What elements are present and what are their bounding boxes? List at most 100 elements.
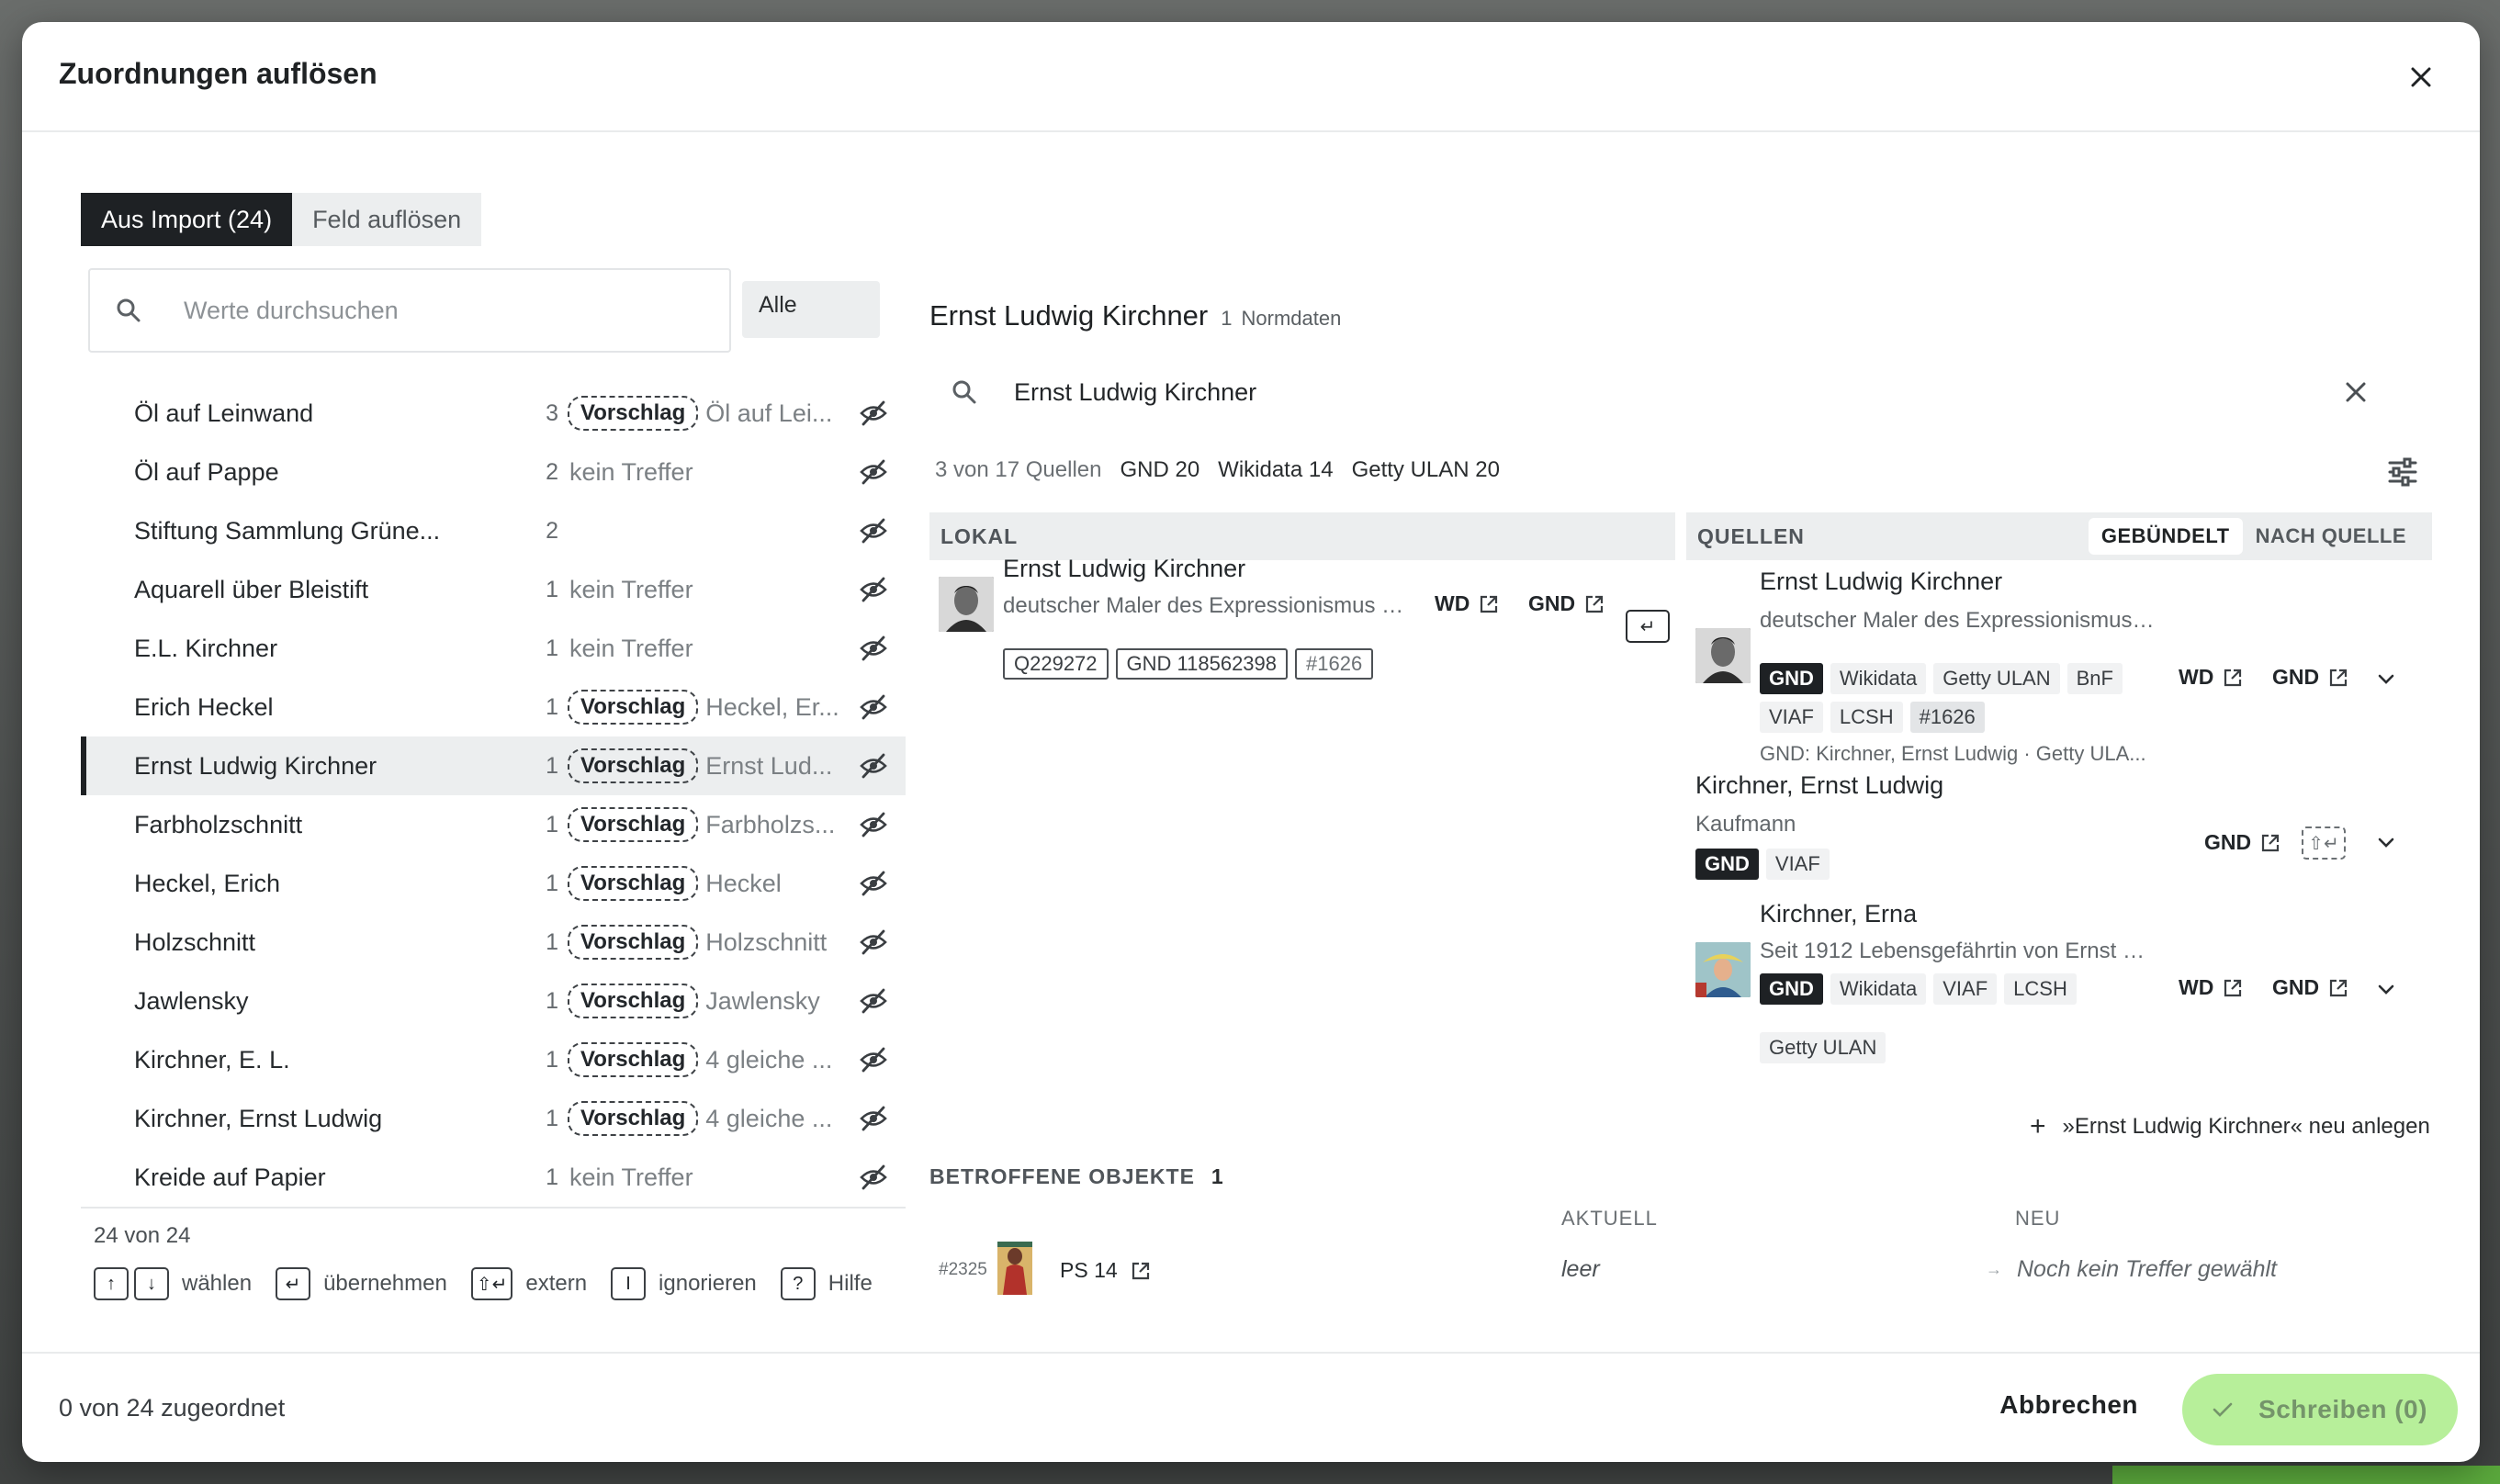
suggestion-hint: Ernst Lud...	[705, 751, 833, 780]
link-gnd[interactable]: GND	[2272, 975, 2348, 1000]
mode-tabs: Aus Import (24) Feld auflösen	[81, 193, 482, 246]
toggle-by-source[interactable]: NACH QUELLE	[2243, 518, 2419, 555]
value-count: 1	[546, 693, 558, 720]
link-wd[interactable]: WD	[2179, 975, 2243, 1000]
value-row[interactable]: Jawlensky 1 Vorschlag Jawlensky	[81, 972, 906, 1030]
ignore-icon[interactable]	[860, 929, 887, 955]
ignore-icon[interactable]	[860, 988, 887, 1014]
value-row[interactable]: E.L. Kirchner 1 kein Treffer	[81, 619, 906, 678]
ignore-icon[interactable]	[860, 694, 887, 720]
value-row[interactable]: Ernst Ludwig Kirchner 1 Vorschlag Ernst Lud…	[81, 736, 906, 795]
source-entry-desc: deutscher Maler des Expressionismus (...	[1760, 608, 2155, 633]
apply-local-button[interactable]: ↵	[1626, 610, 1670, 643]
source-entry-desc: Seit 1912 Lebensgefährtin von Ernst Lu..…	[1760, 939, 2155, 963]
value-row[interactable]: Aquarell über Bleistift 1 kein Treffer	[81, 560, 906, 619]
ignore-icon[interactable]	[860, 812, 887, 838]
value-row[interactable]: Heckel, Erich 1 Vorschlag Heckel	[81, 854, 906, 913]
ignore-icon[interactable]	[860, 518, 887, 544]
ignore-icon[interactable]	[860, 1047, 887, 1073]
tag-viaf: VIAF	[1933, 973, 1998, 1005]
ignore-icon[interactable]	[860, 1164, 887, 1190]
key-cap: ↵	[276, 1267, 311, 1300]
source-tags: GND Wikidata VIAF LCSH	[1760, 973, 2084, 1005]
suggestion-badge: Vorschlag	[568, 396, 699, 431]
value-name: E.L. Kirchner	[134, 634, 278, 662]
link-gnd-label: GND	[1528, 591, 1576, 615]
avatar	[939, 577, 994, 632]
link-wd[interactable]: WD	[1435, 591, 1499, 616]
affected-count: 1	[1211, 1164, 1224, 1188]
source-wikidata: Wikidata 14	[1218, 457, 1334, 482]
create-new-button[interactable]: + »Ernst Ludwig Kirchner« neu anlegen	[2030, 1111, 2430, 1142]
suggestion-hint: Jawlensky	[705, 986, 820, 1015]
sources-summary: 3 von 17 Quellen GND 20 Wikidata 14 Gett…	[935, 457, 1518, 483]
suggestion-hint: Holzschnitt	[705, 928, 828, 956]
view-toggle: GEBÜNDELT NACH QUELLE	[2088, 518, 2419, 555]
object-new-text: Noch kein Treffer gewählt	[2017, 1256, 2277, 1282]
ignore-icon[interactable]	[860, 459, 887, 485]
tune-icon[interactable]	[2386, 457, 2419, 487]
value-name: Holzschnitt	[134, 928, 256, 956]
value-status: kein Treffer	[568, 458, 693, 487]
value-row[interactable]: Kirchner, E. L. 1 Vorschlag 4 gleiche ...	[81, 1030, 906, 1089]
tag-local-id: #1626	[1295, 648, 1374, 680]
object-link[interactable]: PS 14	[1060, 1258, 1151, 1283]
object-thumbnail	[997, 1242, 1032, 1295]
value-row[interactable]: Farbholzschnitt 1 Vorschlag Farbholzs...	[81, 795, 906, 854]
tab-resolve-field[interactable]: Feld auflösen	[292, 193, 482, 246]
value-status: Vorschlag Heckel	[568, 866, 782, 901]
key-cap: ?	[780, 1267, 816, 1300]
clear-search-icon[interactable]	[2342, 378, 2370, 406]
link-gnd[interactable]: GND	[2272, 665, 2348, 690]
value-row[interactable]: Öl auf Pappe 2 kein Treffer	[81, 443, 906, 501]
no-match-label: kein Treffer	[569, 634, 693, 662]
value-count: 1	[546, 635, 558, 661]
key-cap: I	[611, 1267, 647, 1300]
value-row[interactable]: Stiftung Sammlung Grüne... 2	[81, 501, 906, 560]
value-count: 2	[546, 458, 558, 485]
value-name: Heckel, Erich	[134, 869, 281, 897]
ignore-icon[interactable]	[860, 635, 887, 661]
values-search-input[interactable]	[184, 296, 698, 325]
filter-select[interactable]: Alle	[742, 281, 880, 338]
value-name: Jawlensky	[134, 986, 249, 1015]
source-getty: Getty ULAN 20	[1351, 457, 1500, 482]
entity-search-input[interactable]	[1014, 377, 2281, 407]
chevron-down-icon[interactable]	[2373, 977, 2399, 1003]
link-gnd[interactable]: GND	[1528, 591, 1605, 616]
cancel-button[interactable]: Abbrechen	[1999, 1390, 2138, 1420]
toggle-bundled[interactable]: GEBÜNDELT	[2088, 518, 2243, 555]
source-entry-name[interactable]: Ernst Ludwig Kirchner	[1760, 568, 2002, 596]
lokal-entry-name[interactable]: Ernst Ludwig Kirchner	[1003, 555, 1245, 583]
external-apply-button[interactable]: ⇧↵	[2302, 826, 2346, 860]
value-name: Kirchner, Ernst Ludwig	[134, 1104, 383, 1132]
chevron-down-icon[interactable]	[2373, 667, 2399, 692]
value-row[interactable]: Holzschnitt 1 Vorschlag Holzschnitt	[81, 913, 906, 972]
value-row[interactable]: Öl auf Leinwand 3 Vorschlag Öl auf Lei...	[81, 384, 906, 443]
ignore-icon[interactable]	[860, 1106, 887, 1131]
ignore-icon[interactable]	[860, 871, 887, 896]
value-row[interactable]: Erich Heckel 1 Vorschlag Heckel, Er...	[81, 678, 906, 736]
tab-import[interactable]: Aus Import (24)	[81, 193, 293, 246]
link-wd[interactable]: WD	[2179, 665, 2243, 690]
ignore-icon[interactable]	[860, 577, 887, 602]
chevron-down-icon[interactable]	[2373, 830, 2399, 856]
shortcut-label: übernehmen	[323, 1271, 447, 1296]
write-button[interactable]: Schreiben (0)	[2182, 1374, 2458, 1445]
value-status: Vorschlag Holzschnitt	[568, 925, 827, 960]
value-row[interactable]: Kreide auf Papier 1 kein Treffer	[81, 1148, 906, 1207]
source-entry-name[interactable]: Kirchner, Erna	[1760, 900, 1917, 928]
external-link-icon	[1132, 1262, 1149, 1279]
value-status: Vorschlag Ernst Lud...	[568, 748, 832, 783]
ignore-icon[interactable]	[860, 753, 887, 779]
suggestion-badge: Vorschlag	[568, 866, 699, 901]
link-gnd[interactable]: GND	[2204, 830, 2280, 855]
source-entry-name[interactable]: Kirchner, Ernst Ludwig	[1695, 771, 1943, 800]
ignore-icon[interactable]	[860, 400, 887, 426]
suggestion-badge: Vorschlag	[568, 925, 699, 960]
close-button[interactable]	[2399, 55, 2443, 99]
value-status: Vorschlag Öl auf Lei...	[568, 396, 832, 431]
value-status: kein Treffer	[568, 1164, 693, 1192]
value-row[interactable]: Kirchner, Ernst Ludwig 1 Vorschlag 4 gleich…	[81, 1089, 906, 1148]
external-link-icon	[2224, 669, 2242, 686]
